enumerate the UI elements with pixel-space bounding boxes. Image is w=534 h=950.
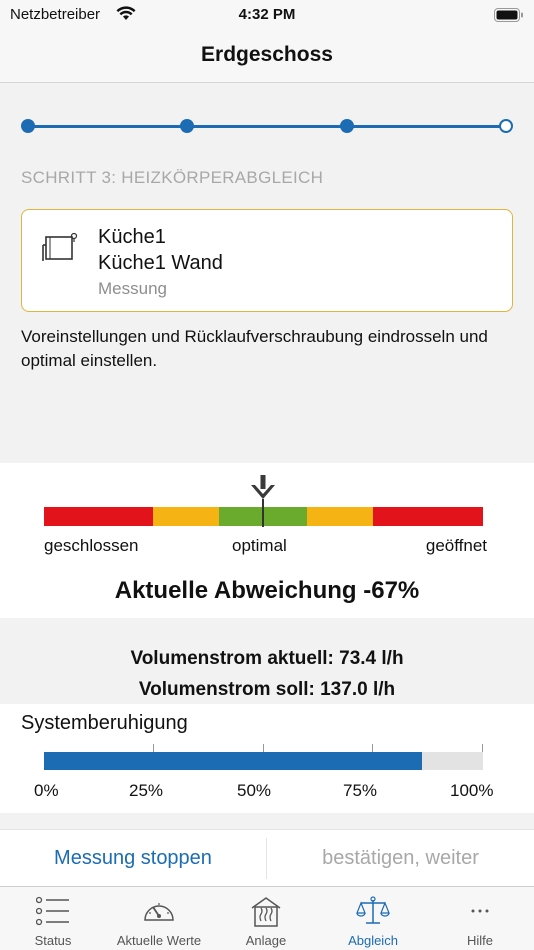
- progress-label-100: 100%: [450, 781, 494, 800]
- instruction-text: Voreinstellungen und Rücklaufverschraubu…: [21, 327, 488, 370]
- confirm-next-button[interactable]: bestätigen, weiter: [267, 830, 534, 887]
- tab-status[interactable]: Status: [0, 887, 106, 950]
- status-bar: Netzbetreiber 4:32 PM: [0, 0, 534, 30]
- action-bar: Messung stoppen bestätigen, weiter: [0, 829, 534, 886]
- radiator-card[interactable]: Küche1 Küche1 Wand Messung: [21, 209, 513, 312]
- tab-label: Aktuelle Werte: [116, 933, 202, 948]
- arrow-down-icon: [249, 475, 277, 508]
- tab-balancing[interactable]: Abgleich: [320, 887, 426, 950]
- tab-label: Hilfe: [466, 933, 493, 948]
- gauge-segment-yellow-right: [307, 507, 373, 526]
- page-title: Erdgeschoss: [201, 43, 333, 66]
- tab-label: Anlage: [245, 933, 287, 948]
- system-calm-title: Systemberuhigung: [21, 712, 188, 734]
- list-icon: [36, 896, 69, 926]
- step-1-dot: [21, 119, 35, 133]
- tab-label: Status: [34, 933, 72, 948]
- gauge-label-optimal: optimal: [232, 536, 287, 555]
- flow-target: Volumenstrom soll: 137.0 l/h: [138, 679, 396, 700]
- flow-values: Volumenstrom aktuell: 73.4 l/h Volumenst…: [0, 618, 534, 704]
- tab-label: Abgleich: [348, 933, 398, 948]
- mode-label: Messung: [98, 279, 167, 298]
- gauge-segment-red-right: [373, 507, 483, 526]
- progress-label-0: 0%: [34, 781, 59, 800]
- progress-label-50: 50%: [237, 781, 272, 800]
- progress-stepper: [0, 84, 534, 164]
- clock: 4:32 PM: [238, 6, 296, 23]
- more-icon: [471, 909, 489, 913]
- radiator-icon: [42, 232, 78, 269]
- progress-tick: [153, 744, 154, 752]
- system-calm-progress-bar: [44, 752, 483, 770]
- stepper-line: [28, 125, 506, 128]
- tab-bar: Status Aktuelle Werte Anlage Abgleich Hi…: [0, 886, 534, 950]
- tab-help[interactable]: Hilfe: [427, 887, 533, 950]
- radiator-name: Küche1 Wand: [98, 252, 223, 274]
- navigation-bar: Erdgeschoss: [0, 30, 534, 83]
- progress-tick: [263, 744, 264, 752]
- tab-current-values[interactable]: Aktuelle Werte: [106, 887, 212, 950]
- progress-label-75: 75%: [343, 781, 378, 800]
- room-name: Küche1: [98, 226, 166, 248]
- step-label: SCHRITT 3: HEIZKÖRPERABGLEICH: [21, 168, 324, 187]
- deviation-value: Aktuelle Abweichung -67%: [114, 577, 420, 604]
- deviation-gauge-panel: geschlossen optimal geöffnet Aktuelle Ab…: [0, 463, 534, 618]
- stop-measurement-button[interactable]: Messung stoppen: [0, 830, 266, 887]
- flow-current: Volumenstrom aktuell: 73.4 l/h: [130, 648, 404, 669]
- battery-icon: [494, 8, 524, 27]
- step-3-dot: [340, 119, 354, 133]
- progress-label-25: 25%: [129, 781, 164, 800]
- gauge-label-closed: geschlossen: [44, 536, 139, 555]
- gauge-segment-yellow-left: [153, 507, 219, 526]
- system-calm-progress-fill: [44, 752, 422, 770]
- gauge-icon: [144, 903, 174, 921]
- step-4-dot: [499, 119, 513, 133]
- tab-system[interactable]: Anlage: [213, 887, 319, 950]
- progress-tick: [372, 744, 373, 752]
- step-2-dot: [180, 119, 194, 133]
- system-calm-panel: Systemberuhigung 0% 25% 50% 75% 100%: [0, 704, 534, 813]
- gauge-segment-red-left: [44, 507, 153, 526]
- balance-icon: [356, 896, 390, 924]
- boiler-icon: [251, 897, 281, 927]
- gauge-label-open: geöffnet: [425, 536, 487, 555]
